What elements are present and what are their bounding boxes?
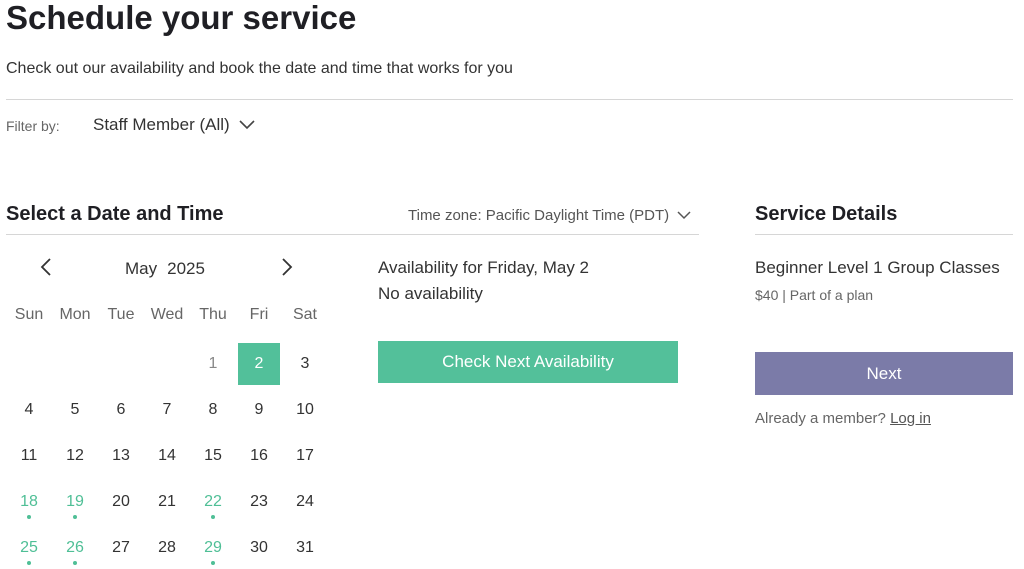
member-login-prompt: Already a member? Log in <box>755 410 931 427</box>
calendar-day[interactable]: 12 <box>54 435 96 477</box>
service-divider <box>755 234 1013 235</box>
calendar-day[interactable]: 24 <box>284 481 326 523</box>
calendar-day[interactable]: 3 <box>284 343 326 385</box>
calendar-day[interactable]: 9 <box>238 389 280 431</box>
availability-dot <box>211 561 215 565</box>
calendar-day[interactable]: 7 <box>146 389 188 431</box>
month-label: May <box>125 259 158 278</box>
scheduler-divider <box>6 234 699 235</box>
availability-status: No availability <box>378 284 483 303</box>
calendar-day[interactable]: 13 <box>100 435 142 477</box>
calendar-day[interactable]: 16 <box>238 435 280 477</box>
calendar-day[interactable]: 8 <box>192 389 234 431</box>
calendar-day[interactable]: 6 <box>100 389 142 431</box>
next-month-button[interactable] <box>275 257 299 281</box>
availability-dot <box>73 515 77 519</box>
page-subtitle: Check out our availability and book the … <box>6 60 513 77</box>
chevron-right-icon <box>281 257 293 281</box>
calendar-day[interactable]: 27 <box>100 527 142 569</box>
previous-month-button[interactable] <box>34 257 58 281</box>
availability-dot <box>27 561 31 565</box>
timezone-value: Time zone: Pacific Daylight Time (PDT) <box>408 207 670 224</box>
calendar-day[interactable]: 17 <box>284 435 326 477</box>
staff-filter-value: Staff Member (All) <box>93 115 230 134</box>
weekday-label: Sun <box>14 306 44 323</box>
availability-dot <box>211 515 215 519</box>
filter-label: Filter by: <box>6 118 60 134</box>
weekday-label: Mon <box>59 306 91 323</box>
calendar-day[interactable]: 31 <box>284 527 326 569</box>
year-label: 2025 <box>167 259 205 278</box>
calendar-day[interactable]: 21 <box>146 481 188 523</box>
calendar-day[interactable]: 1 <box>192 343 234 385</box>
login-link[interactable]: Log in <box>890 410 931 427</box>
calendar-day[interactable]: 15 <box>192 435 234 477</box>
calendar-day[interactable]: 10 <box>284 389 326 431</box>
calendar-day[interactable]: 28 <box>146 527 188 569</box>
service-name: Beginner Level 1 Group Classes <box>755 258 1000 277</box>
calendar-day-selected[interactable]: 2 <box>238 343 280 385</box>
calendar-day[interactable]: 23 <box>238 481 280 523</box>
calendar-day[interactable]: 11 <box>8 435 50 477</box>
staff-filter-dropdown[interactable]: Staff Member (All) <box>93 115 255 135</box>
weekday-label: Sat <box>292 306 317 323</box>
chevron-down-icon <box>239 115 255 135</box>
calendar-day[interactable]: 5 <box>54 389 96 431</box>
calendar-day[interactable]: 19 <box>54 481 96 523</box>
chevron-down-icon <box>677 207 691 224</box>
check-next-availability-button[interactable]: Check Next Availability <box>378 341 678 383</box>
page-title: Schedule your service <box>6 0 357 36</box>
calendar-day[interactable]: 18 <box>8 481 50 523</box>
month-year-label: May 2025 <box>125 259 205 279</box>
chevron-left-icon <box>40 257 52 281</box>
calendar-day[interactable]: 29 <box>192 527 234 569</box>
date-time-section-title: Select a Date and Time <box>6 203 224 225</box>
calendar-day[interactable]: 14 <box>146 435 188 477</box>
weekday-label: Fri <box>249 306 269 323</box>
availability-dot <box>27 515 31 519</box>
next-button[interactable]: Next <box>755 352 1013 395</box>
calendar-day[interactable]: 30 <box>238 527 280 569</box>
calendar-day[interactable]: 26 <box>54 527 96 569</box>
calendar-day[interactable]: 4 <box>8 389 50 431</box>
weekday-label: Wed <box>150 306 184 323</box>
calendar-day[interactable]: 22 <box>192 481 234 523</box>
calendar-day[interactable]: 20 <box>100 481 142 523</box>
header-divider <box>6 99 1013 100</box>
availability-title: Availability for Friday, May 2 <box>378 258 589 277</box>
availability-dot <box>73 561 77 565</box>
weekday-header: Sun Mon Tue Wed Thu Fri Sat <box>6 306 328 324</box>
member-prompt-text: Already a member? <box>755 410 886 427</box>
timezone-dropdown[interactable]: Time zone: Pacific Daylight Time (PDT) <box>408 207 691 224</box>
calendar-day[interactable]: 25 <box>8 527 50 569</box>
service-details-title: Service Details <box>755 203 898 225</box>
service-price-plan: $40 | Part of a plan <box>755 287 874 303</box>
weekday-label: Thu <box>199 306 227 323</box>
weekday-label: Tue <box>107 306 135 323</box>
